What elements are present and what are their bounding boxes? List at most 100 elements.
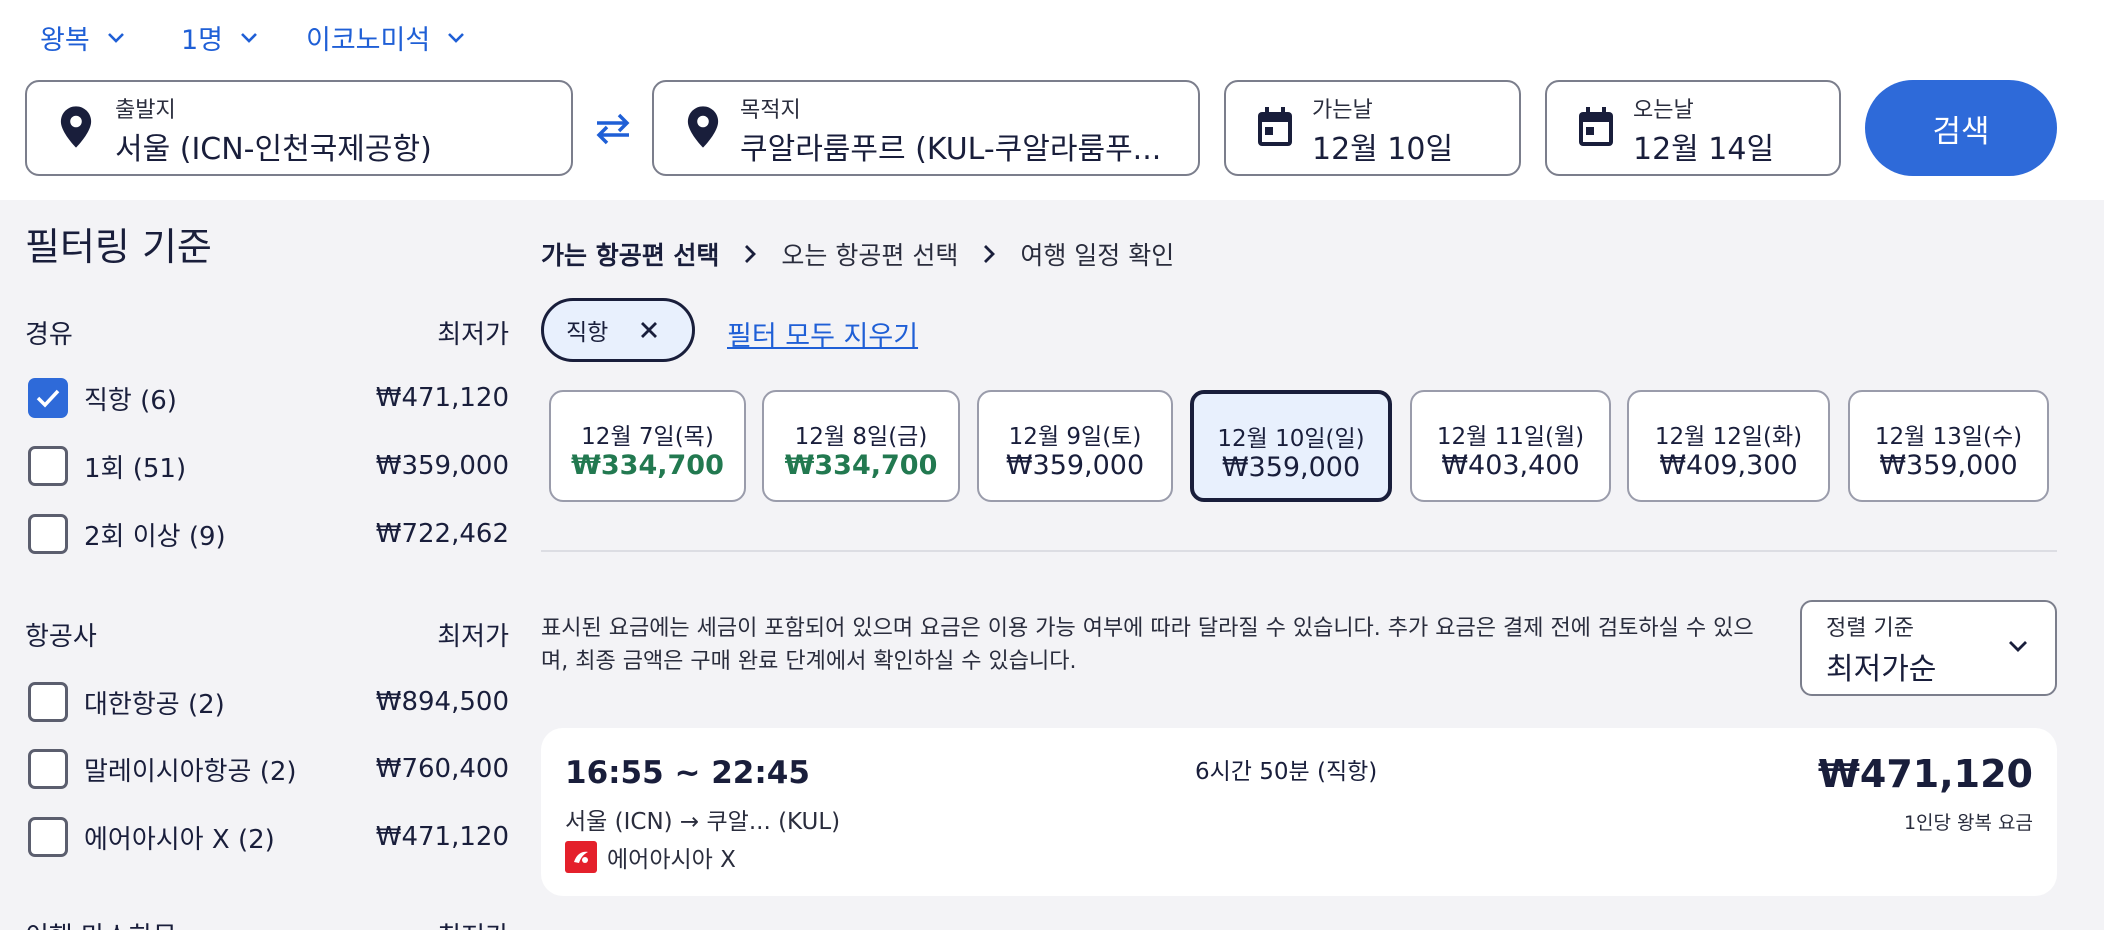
filter-option-korean-air[interactable]: 대한항공 (2) ₩894,500 <box>28 679 509 725</box>
airlines-heading: 항공사 <box>25 622 97 652</box>
location-pin-icon <box>680 104 726 150</box>
sort-value: 최저가순 <box>1826 652 1937 687</box>
checkbox[interactable] <box>28 514 68 554</box>
filters-title: 필터링 기준 <box>25 225 212 269</box>
return-date-field[interactable]: 오는날 12월 14일 <box>1545 80 1841 176</box>
active-filter-label: 직항 <box>566 320 609 346</box>
stops-heading: 경유 <box>25 320 73 350</box>
chevron-down-icon <box>241 32 257 43</box>
checkmark-icon <box>36 389 60 408</box>
filter-option-price: ₩471,120 <box>375 383 509 413</box>
return-date-value: 12월 14일 <box>1633 132 1775 167</box>
checkbox[interactable] <box>28 446 68 486</box>
date-card[interactable]: 12월 13일(수) ₩359,000 <box>1848 390 2049 502</box>
airlines-section-header: 항공사 최저가 <box>25 616 509 653</box>
filter-option-price: ₩359,000 <box>375 451 509 481</box>
location-pin-icon <box>53 104 99 150</box>
date-card-price: ₩334,700 <box>571 450 724 481</box>
stops-section-header: 경유 최저가 <box>25 314 509 351</box>
active-filter-chip[interactable]: 직항 <box>541 298 695 362</box>
origin-value: 서울 (ICN-인천국제공항) <box>115 132 432 167</box>
date-card-label: 12월 9일(토) <box>1008 424 1142 450</box>
breadcrumb: 가는 항공편 선택 오는 항공편 선택 여행 일정 확인 <box>541 236 1174 272</box>
date-card-price: ₩409,300 <box>1659 450 1798 481</box>
fare-notice: 표시된 요금에는 세금이 포함되어 있으며 요금은 이용 가능 여부에 따라 달… <box>541 616 1754 674</box>
destination-label: 목적지 <box>740 98 801 123</box>
travelers-dropdown[interactable]: 1명 <box>181 18 259 57</box>
filter-option-label: 2회 이상 (9) <box>84 521 226 552</box>
filter-option-price: ₩894,500 <box>375 687 509 717</box>
filter-option-label: 1회 (51) <box>84 453 187 484</box>
breadcrumb-step-review: 여행 일정 확인 <box>1020 241 1175 270</box>
filter-option-nonstop[interactable]: 직항 (6) ₩471,120 <box>28 375 509 421</box>
checkbox-checked[interactable] <box>28 378 68 418</box>
origin-label: 출발지 <box>115 98 176 123</box>
chevron-down-icon <box>448 32 465 43</box>
origin-field[interactable]: 출발지 서울 (ICN-인천국제공항) <box>25 80 573 176</box>
checkbox[interactable] <box>28 682 68 722</box>
next-section-heading: 이핸 마스하무 <box>25 916 177 930</box>
sort-dropdown[interactable]: 정렬 기준 최저가순 <box>1800 600 2057 696</box>
filter-option-price: ₩722,462 <box>375 519 509 549</box>
date-card[interactable]: 12월 9일(토) ₩359,000 <box>977 390 1173 502</box>
filter-option-malaysia-airlines[interactable]: 말레이시아항공 (2) ₩760,400 <box>28 746 509 792</box>
close-icon[interactable] <box>638 319 660 341</box>
filter-option-price: ₩760,400 <box>375 754 509 784</box>
clear-all-filters-link[interactable]: 필터 모두 지우기 <box>727 314 918 353</box>
divider <box>541 550 2057 552</box>
sort-label: 정렬 기준 <box>1826 616 1914 641</box>
swap-arrows-icon <box>596 113 630 145</box>
flight-duration: 6시간 50분 (직항) <box>1195 759 1378 785</box>
filter-option-label: 에어아시아 X (2) <box>84 824 275 855</box>
filter-option-label: 말레이시아항공 (2) <box>84 756 297 787</box>
filter-option-airasia-x[interactable]: 에어아시아 X (2) ₩471,120 <box>28 814 509 860</box>
date-card-price: ₩334,700 <box>784 450 938 481</box>
date-card[interactable]: 12월 8일(금) ₩334,700 <box>762 390 960 502</box>
date-card-label: 12월 7일(목) <box>581 424 714 450</box>
flight-price: ₩471,120 <box>1818 752 2033 796</box>
filter-option-two-plus-stops[interactable]: 2회 이상 (9) ₩722,462 <box>28 511 509 557</box>
depart-date-value: 12월 10일 <box>1312 132 1454 167</box>
swap-locations-button[interactable] <box>590 106 636 152</box>
filter-option-label: 대한항공 (2) <box>84 689 225 720</box>
travelers-label: 1명 <box>181 25 224 56</box>
search-button[interactable]: 검색 <box>1865 80 2057 176</box>
date-card-price: ₩359,000 <box>1005 450 1145 481</box>
flight-price-note: 1인당 왕복 요금 <box>1903 812 2033 834</box>
flight-result-card[interactable]: 16:55 ~ 22:45 6시간 50분 (직항) 서울 (ICN) → 쿠알… <box>541 728 2057 896</box>
flight-time: 16:55 ~ 22:45 <box>565 755 810 791</box>
date-card-label: 12월 8일(금) <box>794 424 928 450</box>
checkbox[interactable] <box>28 749 68 789</box>
next-section-header: 이핸 마스하무 최저가 <box>25 916 509 930</box>
search-header: 왕복 1명 이코노미석 출발지 서울 (ICN-인천국제공항) 목적지 쿠알라룸… <box>0 0 2104 200</box>
chevron-down-icon <box>107 32 124 43</box>
flight-route: 서울 (ICN) → 쿠알... (KUL) <box>565 809 841 835</box>
breadcrumb-step-outbound: 가는 항공편 선택 <box>541 241 720 270</box>
date-card-label: 12월 12일(화) <box>1654 424 1803 450</box>
trip-type-label: 왕복 <box>40 25 90 56</box>
date-card[interactable]: 12월 11일(월) ₩403,400 <box>1410 390 1611 502</box>
date-card[interactable]: 12월 12일(화) ₩409,300 <box>1627 390 1830 502</box>
depart-date-label: 가는날 <box>1312 98 1373 123</box>
date-card-label: 12월 11일(월) <box>1436 424 1585 450</box>
breadcrumb-step-return: 오는 항공편 선택 <box>781 241 959 270</box>
destination-field[interactable]: 목적지 쿠알라룸푸르 (KUL-쿠알라룸푸... <box>652 80 1200 176</box>
chevron-right-icon <box>982 243 996 265</box>
airlines-price-heading: 최저가 <box>437 622 509 652</box>
date-card-price: ₩359,000 <box>1879 450 2018 481</box>
airline-logo-icon <box>565 841 597 873</box>
date-card-selected[interactable]: 12월 10일(일) ₩359,000 <box>1190 390 1392 502</box>
calendar-icon <box>1573 104 1619 150</box>
filter-option-one-stop[interactable]: 1회 (51) ₩359,000 <box>28 443 509 489</box>
next-section-price-heading: 최저가 <box>437 916 509 930</box>
date-card[interactable]: 12월 7일(목) ₩334,700 <box>549 390 746 502</box>
calendar-icon <box>1252 104 1298 150</box>
checkbox[interactable] <box>28 817 68 857</box>
trip-type-dropdown[interactable]: 왕복 <box>40 18 126 57</box>
depart-date-field[interactable]: 가는날 12월 10일 <box>1224 80 1521 176</box>
return-date-label: 오는날 <box>1633 98 1694 123</box>
cabin-class-dropdown[interactable]: 이코노미석 <box>306 18 466 57</box>
filter-option-price: ₩471,120 <box>375 822 509 852</box>
destination-value: 쿠알라룸푸르 (KUL-쿠알라룸푸... <box>740 132 1162 167</box>
flight-airline: 에어아시아 X <box>565 840 736 874</box>
